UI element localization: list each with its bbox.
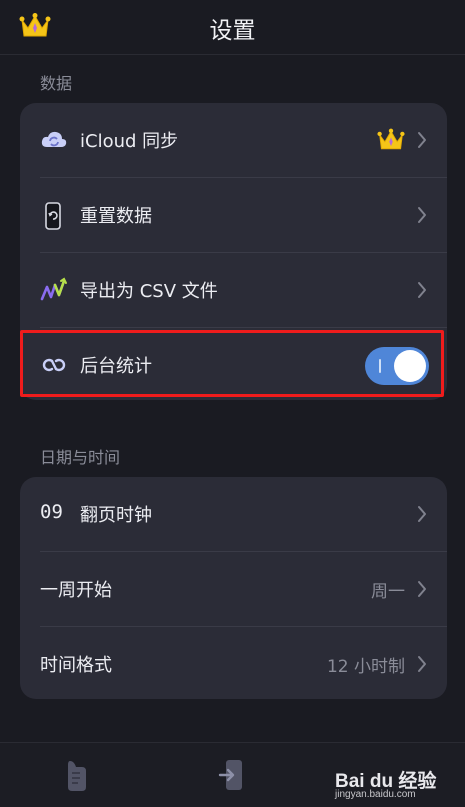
chevron-right-icon xyxy=(418,282,426,298)
icloud-sync-label: iCloud 同步 xyxy=(80,131,179,152)
section-label-data: 数据 xyxy=(40,74,73,93)
time-format-row[interactable]: 时间格式 12 小时制 xyxy=(20,627,447,701)
reset-data-row[interactable]: 重置数据 xyxy=(20,178,447,252)
week-start-row[interactable]: 一周开始 周一 xyxy=(20,552,447,626)
watermark-url: jingyan.baidu.com xyxy=(335,789,416,800)
tab-stats-icon[interactable] xyxy=(62,757,92,797)
time-format-value: 12 小时制 xyxy=(326,657,405,677)
icloud-sync-row[interactable]: iCloud 同步 xyxy=(20,103,447,177)
tab-exit-icon[interactable] xyxy=(218,757,248,797)
chart-export-icon xyxy=(40,277,67,303)
datetime-card: 09 翻页时钟 一周开始 周一 时间格式 12 小时制 xyxy=(20,477,447,699)
week-start-value: 周一 xyxy=(371,582,405,602)
chevron-right-icon xyxy=(418,506,426,522)
flip-clock-label: 翻页时钟 xyxy=(80,505,152,526)
time-format-label: 时间格式 xyxy=(40,655,112,676)
chevron-right-icon xyxy=(418,581,426,597)
week-start-label: 一周开始 xyxy=(40,580,112,601)
baidu-watermark: Bai du 经验 jingyan.baidu.com xyxy=(329,764,459,804)
export-csv-row[interactable]: 导出为 CSV 文件 xyxy=(20,253,447,327)
reset-phone-icon xyxy=(40,202,66,230)
chevron-right-icon xyxy=(418,656,426,672)
highlight-box xyxy=(20,330,444,397)
reset-data-label: 重置数据 xyxy=(80,206,152,227)
flip-clock-row[interactable]: 09 翻页时钟 xyxy=(20,477,447,551)
chevron-right-icon xyxy=(418,132,426,148)
flip-clock-icon: 09 xyxy=(40,501,63,523)
export-csv-label: 导出为 CSV 文件 xyxy=(80,281,218,302)
chevron-right-icon xyxy=(418,207,426,223)
crown-icon xyxy=(377,127,405,153)
header-bar: 设置 xyxy=(0,0,465,55)
cloud-sync-icon xyxy=(40,127,67,153)
section-label-datetime: 日期与时间 xyxy=(40,448,121,467)
page-title: 设置 xyxy=(209,18,256,44)
